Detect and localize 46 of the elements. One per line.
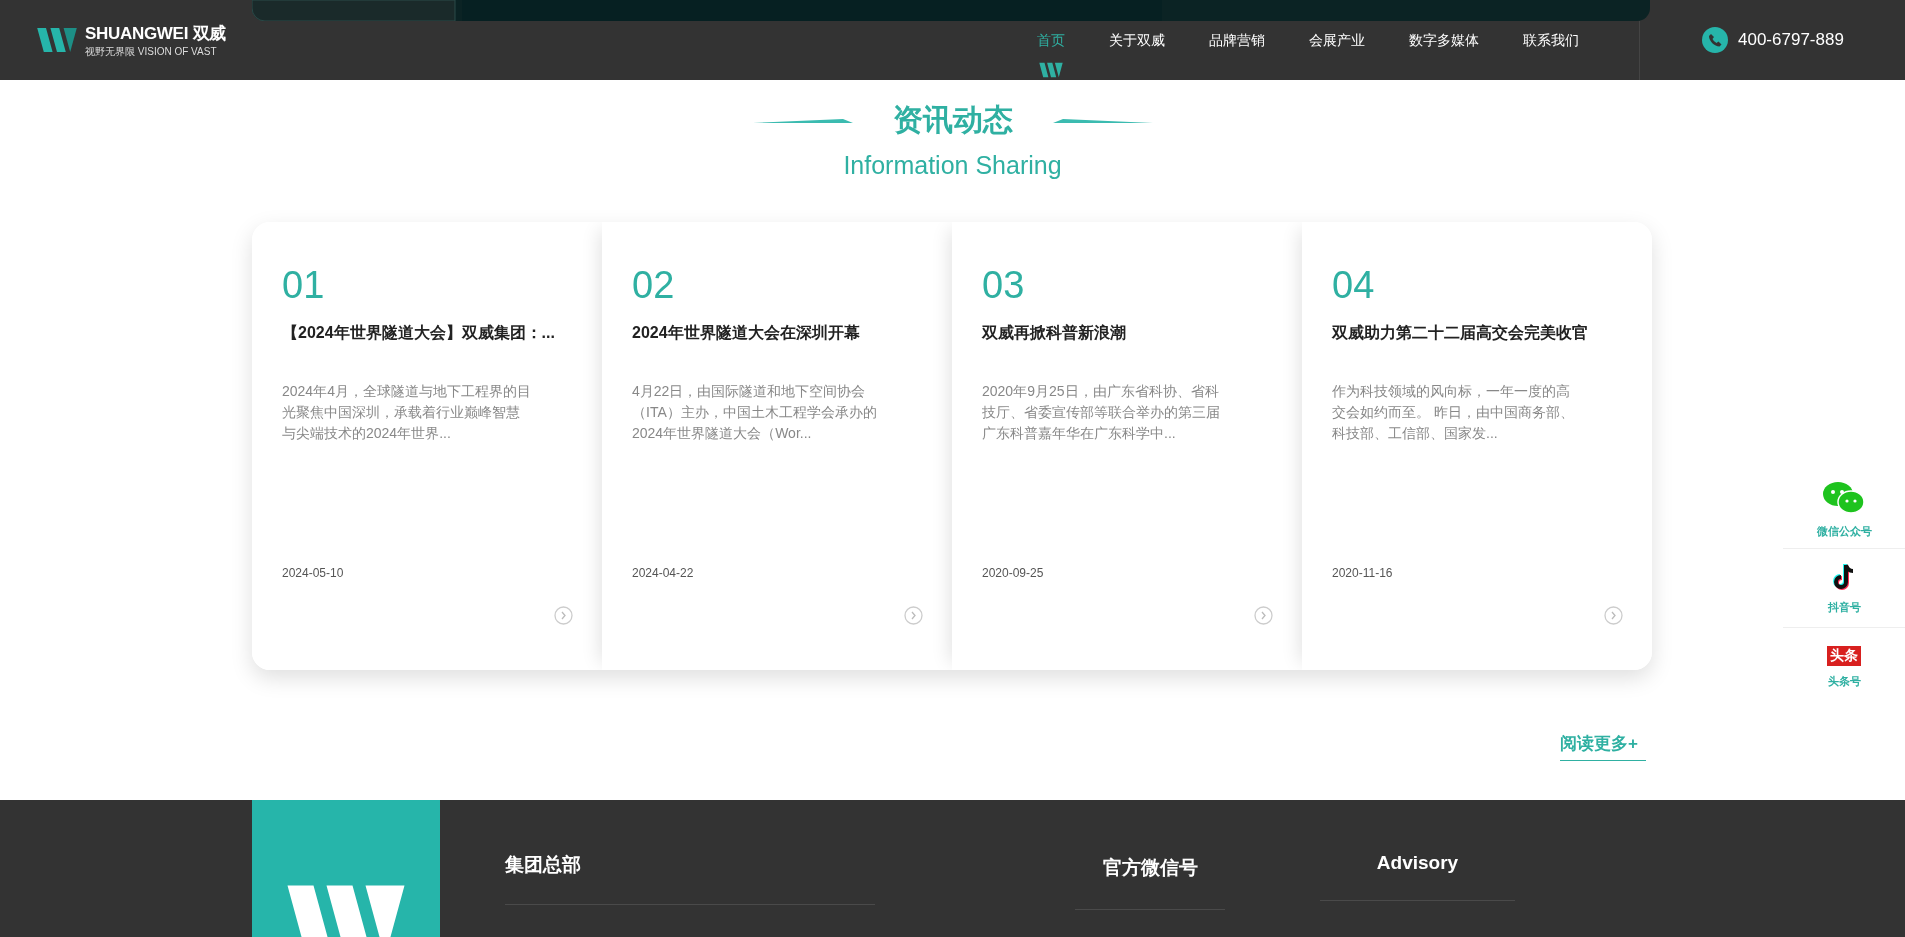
footer-heading: Advisory — [1376, 852, 1459, 874]
news-title[interactable]: 【2024年世界隧道大会】双威集团：... — [282, 323, 572, 344]
news-title[interactable]: 双威再掀科普新浪潮 — [982, 323, 1272, 344]
news-date: 2020-09-25 — [982, 566, 1045, 580]
footer-heading: 集团总部 — [505, 853, 581, 877]
news-number: 02 — [632, 266, 676, 304]
news-card[interactable]: 02 2024年世界隧道大会在深圳开幕 4月22日，由国际隧道和地下空间协会（ITA）主办，中国土木工程学会承办的2024年世界隧道大会（Wor... 2024-04-22 — [602, 222, 952, 670]
news-summary: 2024年4月，全球隧道与地下工程界的目光聚焦中国深圳，承载着行业巅峰智慧与尖端技术的2024年世界... — [282, 382, 532, 443]
toutiao-logo: 头条 — [1827, 645, 1861, 666]
news-card[interactable]: 04 双威助力第二十二届高交会完美收官 作为科技领域的风向标，一年一度的高交会如约而至。 昨日，由中国商务部、科技部、工信部、国家发... 2020-11-16 — [1302, 222, 1652, 670]
social-link[interactable]: 头条 头条号 — [1783, 627, 1905, 706]
news-summary: 2020年9月25日，由广东省科协、省科技厅、省委宣传部等联合举办的第三届广东科普嘉年华在广东科学中... — [982, 382, 1221, 443]
section-subtitle: Information Sharing — [843, 151, 1062, 180]
section-title: 资讯动态 — [892, 102, 1013, 138]
arrow-circle-icon[interactable] — [554, 606, 573, 625]
news-date: 2024-05-10 — [282, 566, 345, 580]
news-title[interactable]: 2024年世界隧道大会在深圳开幕 — [632, 323, 922, 344]
arrow-circle-icon[interactable] — [1604, 606, 1623, 625]
news-number: 04 — [1332, 266, 1376, 304]
social-label: 抖音号 — [1827, 599, 1861, 615]
nav-link[interactable]: 品牌营销 — [1187, 0, 1287, 80]
chat-bubbles-icon — [1822, 479, 1866, 516]
news-card[interactable]: 03 双威再掀科普新浪潮 2020年9月25日，由广东省科协、省科技厅、省委宣传部等联合举办的第三届广东科普嘉年华在广东科学中... 2020-09-25 — [952, 222, 1302, 670]
news-number: 03 — [982, 266, 1026, 304]
arrow-circle-icon[interactable] — [904, 606, 923, 625]
nav-link[interactable]: 会展产业 — [1287, 0, 1387, 80]
news-card[interactable]: 01 【2024年世界隧道大会】双威集团：... 2024年4月，全球隧道与地下工程界的目光聚焦中国深圳，承载着行业巅峰智慧与尖端技术的2024年世界... 2024-05-10 — [252, 222, 602, 670]
news-date: 2024-04-22 — [632, 566, 695, 580]
news-title[interactable]: 双威助力第二十二届高交会完美收官 — [1332, 323, 1622, 344]
nav-link[interactable]: 数字多媒体 — [1387, 0, 1501, 80]
news-date: 2020-11-16 — [1332, 566, 1394, 580]
nav-link[interactable]: 关于双威 — [1087, 0, 1187, 80]
news-summary: 作为科技领域的风向标，一年一度的高交会如约而至。 昨日，由中国商务部、科技部、工信部、国家发... — [1332, 382, 1575, 443]
news-summary: 4月22日，由国际隧道和地下空间协会（ITA）主办，中国土木工程学会承办的2024年世界隧道大会（Wor... — [632, 382, 878, 443]
nav-link[interactable]: 首页 — [1015, 0, 1087, 80]
phone-number: 400-6797-889 — [1738, 30, 1844, 50]
logo-tagline: 视野无界限 VISION OF VAST — [85, 44, 218, 59]
social-label: 微信公众号 — [1816, 523, 1872, 539]
social-label: 头条号 — [1827, 673, 1861, 689]
nav-link[interactable]: 联系我们 — [1501, 0, 1601, 80]
news-number: 01 — [282, 266, 326, 304]
footer-heading: 官方微信号 — [1102, 856, 1198, 880]
arrow-circle-icon[interactable] — [1254, 606, 1273, 625]
logo-name: SHUANGWEI 双威 — [85, 22, 226, 45]
active-marker-icon — [1038, 60, 1064, 80]
phone-icon — [1702, 27, 1728, 53]
